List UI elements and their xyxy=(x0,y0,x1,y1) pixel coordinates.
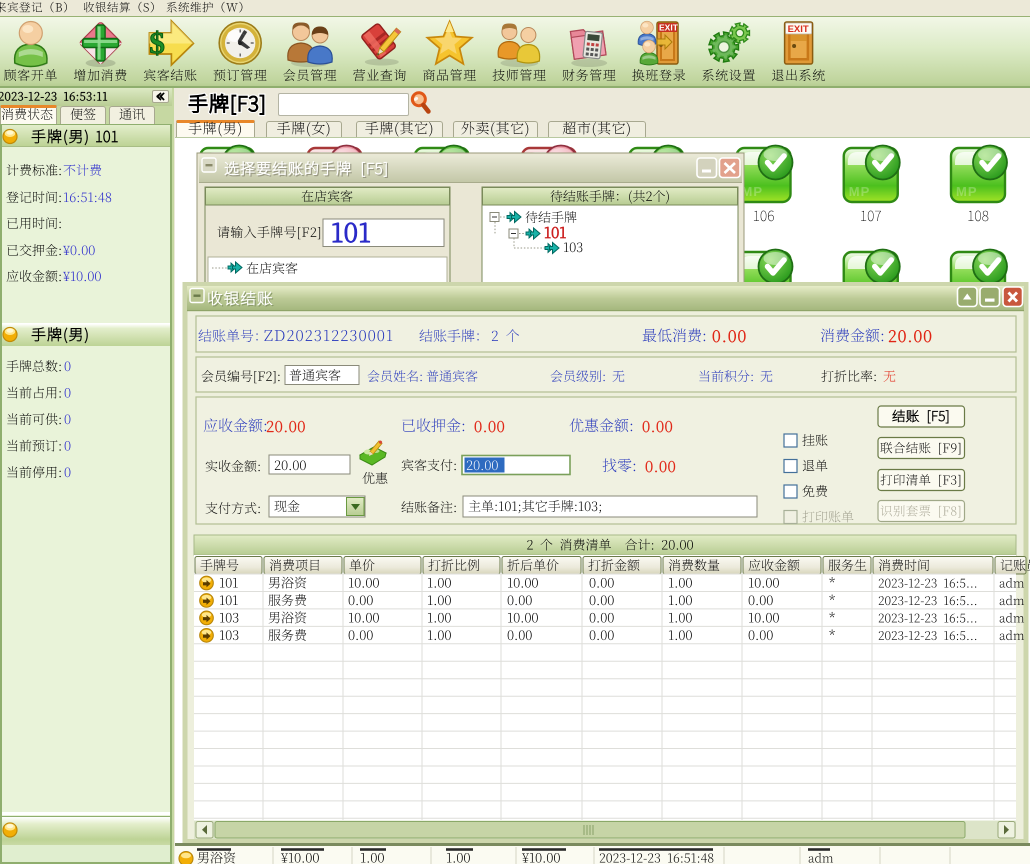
svg-text:MP: MP xyxy=(742,184,764,199)
svg-text:MP: MP xyxy=(849,184,871,199)
svg-text:MP: MP xyxy=(956,184,978,199)
svg-text:$: $ xyxy=(149,25,165,60)
svg-text:EXIT: EXIT xyxy=(788,24,809,35)
svg-text:EXIT: EXIT xyxy=(659,23,679,33)
